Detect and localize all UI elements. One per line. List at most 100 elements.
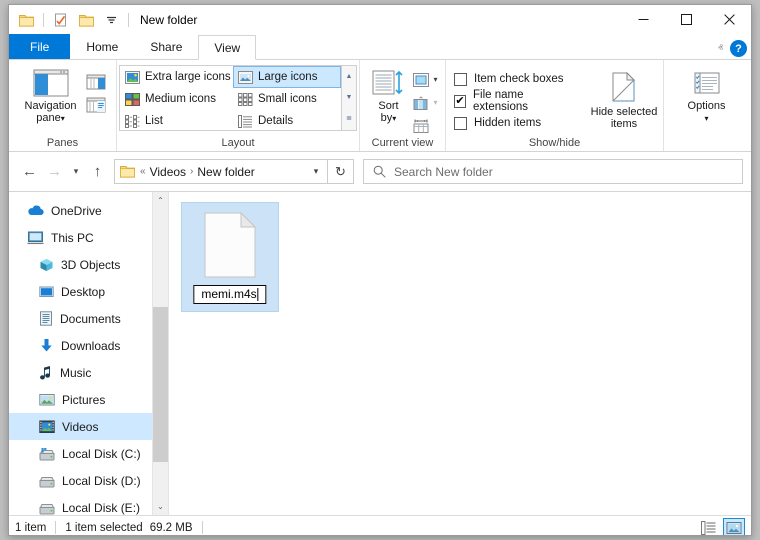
layout-gallery: Extra large icons Large icons Medium ico… — [119, 65, 357, 131]
rename-input[interactable]: memi.m4s — [193, 285, 267, 304]
sidebar-item-local-disk-e[interactable]: Local Disk (E:) — [9, 494, 168, 515]
app-folder-icon[interactable] — [15, 9, 37, 31]
hidden-items-checkbox[interactable] — [454, 116, 467, 130]
tab-file[interactable]: File — [9, 34, 71, 59]
breadcrumb-folder-icon — [115, 165, 139, 178]
sidebar-item-local-disk-c[interactable]: Local Disk (C:) — [9, 440, 168, 467]
sidebar-item-pictures[interactable]: Pictures — [9, 386, 168, 413]
layout-item-label: Small icons — [258, 93, 317, 105]
large-icons-view-toggle[interactable] — [723, 517, 745, 535]
search-input[interactable]: Search New folder — [394, 165, 493, 179]
address-breadcrumb-bar[interactable]: « Videos › New folder ▾ — [114, 159, 328, 184]
refresh-button[interactable]: ↻ — [328, 159, 354, 184]
sidebar-item-downloads[interactable]: Downloads — [9, 332, 168, 359]
navigation-pane-scrollbar[interactable]: ⌃ ⌄ — [152, 192, 168, 515]
text-cursor — [257, 287, 259, 301]
recent-locations-button[interactable]: ▾ — [67, 159, 85, 184]
breadcrumb-videos[interactable]: Videos — [147, 165, 189, 179]
rename-input-value: memi.m4s — [201, 287, 257, 301]
qat-separator-2 — [128, 13, 129, 27]
ribbon-tabs: File Home Share View ⱏ ? — [9, 34, 751, 60]
layout-medium-icons[interactable]: Medium icons — [120, 88, 233, 110]
sidebar-item-videos[interactable]: Videos — [9, 413, 168, 440]
status-bar: 1 item 1 item selected 69.2 MB — [9, 515, 751, 536]
sidebar-item-label: Documents — [60, 311, 121, 326]
sidebar-item-desktop[interactable]: Desktop — [9, 278, 168, 305]
desktop-icon — [39, 286, 54, 297]
sort-by-button[interactable]: Sort by▾ — [367, 66, 409, 125]
file-list-pane[interactable]: memi.m4s — [169, 192, 751, 515]
layout-details[interactable]: Details — [233, 110, 341, 132]
address-bar-row: ← → ▾ ↑ « Videos › New folder ▾ ↻ Search… — [9, 152, 751, 192]
group-by-button[interactable] — [409, 91, 433, 114]
add-columns-caret[interactable]: ▾ — [433, 75, 437, 84]
ribbon-group-label-panes: Panes — [46, 137, 79, 149]
sidebar-item-3d-objects[interactable]: 3D Objects — [9, 251, 168, 278]
address-dropdown-icon[interactable]: ▾ — [305, 160, 327, 183]
maximize-button[interactable] — [665, 5, 708, 34]
sidebar-item-music[interactable]: Music — [9, 359, 168, 386]
sidebar-item-onedrive[interactable]: OneDrive — [9, 197, 168, 224]
size-all-columns-button[interactable] — [409, 114, 433, 137]
tab-view[interactable]: View — [198, 35, 257, 60]
sidebar-item-local-disk-d[interactable]: Local Disk (D:) — [9, 467, 168, 494]
ribbon-group-current-view: Sort by▾ ▾ ▾ Current view — [360, 60, 446, 151]
sidebar-item-label: Music — [60, 365, 92, 380]
layout-list[interactable]: List — [120, 110, 233, 132]
sidebar-item-label: Videos — [62, 419, 99, 434]
customize-qat-icon[interactable] — [100, 9, 122, 31]
layout-item-label: Large icons — [258, 71, 318, 83]
minimize-button[interactable] — [622, 5, 665, 34]
group-by-caret: ▾ — [433, 98, 438, 107]
add-columns-button[interactable] — [409, 68, 433, 91]
status-separator — [55, 521, 57, 534]
ribbon-right-controls: ⱏ ? — [718, 40, 747, 57]
options-caret[interactable]: ▾ — [704, 114, 708, 123]
ribbon-group-label-options — [664, 149, 749, 150]
gallery-scroll-up-icon[interactable]: ▲ — [342, 73, 356, 81]
gallery-expand-icon[interactable]: ≣ — [342, 115, 356, 123]
layout-small-icons[interactable]: Small icons — [233, 88, 341, 110]
help-icon[interactable]: ? — [730, 40, 747, 57]
item-check-boxes-option[interactable]: Item check boxes — [454, 68, 576, 90]
hide-selected-items-button[interactable]: Hide selected items — [590, 68, 658, 130]
explorer-window: New folder File Home Share View ⱏ ? Navi… — [8, 4, 752, 536]
back-button[interactable]: ← — [17, 159, 42, 184]
search-icon — [373, 165, 386, 178]
item-check-boxes-checkbox[interactable] — [454, 72, 467, 86]
sort-by-caret[interactable]: ▾ — [392, 114, 396, 123]
sidebar-item-documents[interactable]: Documents — [9, 305, 168, 332]
file-name-extensions-option[interactable]: ✔ File name extensions — [454, 89, 576, 113]
breadcrumb-overflow-icon[interactable]: « — [139, 166, 147, 177]
navigation-list: OneDrive This PC 3D Objects Desktop Docu… — [9, 192, 168, 515]
content-area: OneDrive This PC 3D Objects Desktop Docu… — [9, 192, 751, 515]
properties-icon[interactable] — [50, 9, 72, 31]
navigation-pane-caret[interactable]: ▾ — [61, 114, 65, 123]
hidden-items-option[interactable]: Hidden items — [454, 112, 576, 134]
file-name-extensions-checkbox[interactable]: ✔ — [454, 94, 467, 108]
details-view-toggle[interactable] — [698, 518, 720, 536]
options-button[interactable]: Options ▾ — [678, 68, 736, 125]
details-pane-button[interactable] — [84, 93, 108, 116]
gallery-scroll-down-icon[interactable]: ▼ — [342, 94, 356, 102]
close-button[interactable] — [708, 5, 751, 34]
scroll-up-icon[interactable]: ⌃ — [153, 192, 168, 209]
up-button[interactable]: ↑ — [85, 159, 110, 184]
navigation-pane-button[interactable]: Navigation pane▾ — [18, 66, 84, 125]
documents-icon — [40, 311, 52, 326]
scrollbar-thumb[interactable] — [153, 307, 168, 462]
window-controls — [622, 5, 751, 34]
layout-large-icons[interactable]: Large icons — [233, 66, 341, 88]
scroll-down-icon[interactable]: ⌄ — [153, 498, 168, 515]
search-box[interactable]: Search New folder — [363, 159, 743, 184]
downloads-icon — [41, 339, 52, 352]
new-folder-icon[interactable] — [75, 9, 97, 31]
file-item[interactable]: memi.m4s — [181, 202, 279, 312]
preview-pane-button[interactable] — [84, 70, 108, 93]
sidebar-item-this-pc[interactable]: This PC — [9, 224, 168, 251]
collapse-ribbon-icon[interactable]: ⱏ — [718, 43, 723, 54]
breadcrumb-new-folder[interactable]: New folder — [194, 165, 257, 179]
tab-share[interactable]: Share — [134, 34, 198, 59]
tab-home[interactable]: Home — [70, 34, 134, 59]
layout-extra-large-icons[interactable]: Extra large icons — [120, 66, 233, 88]
